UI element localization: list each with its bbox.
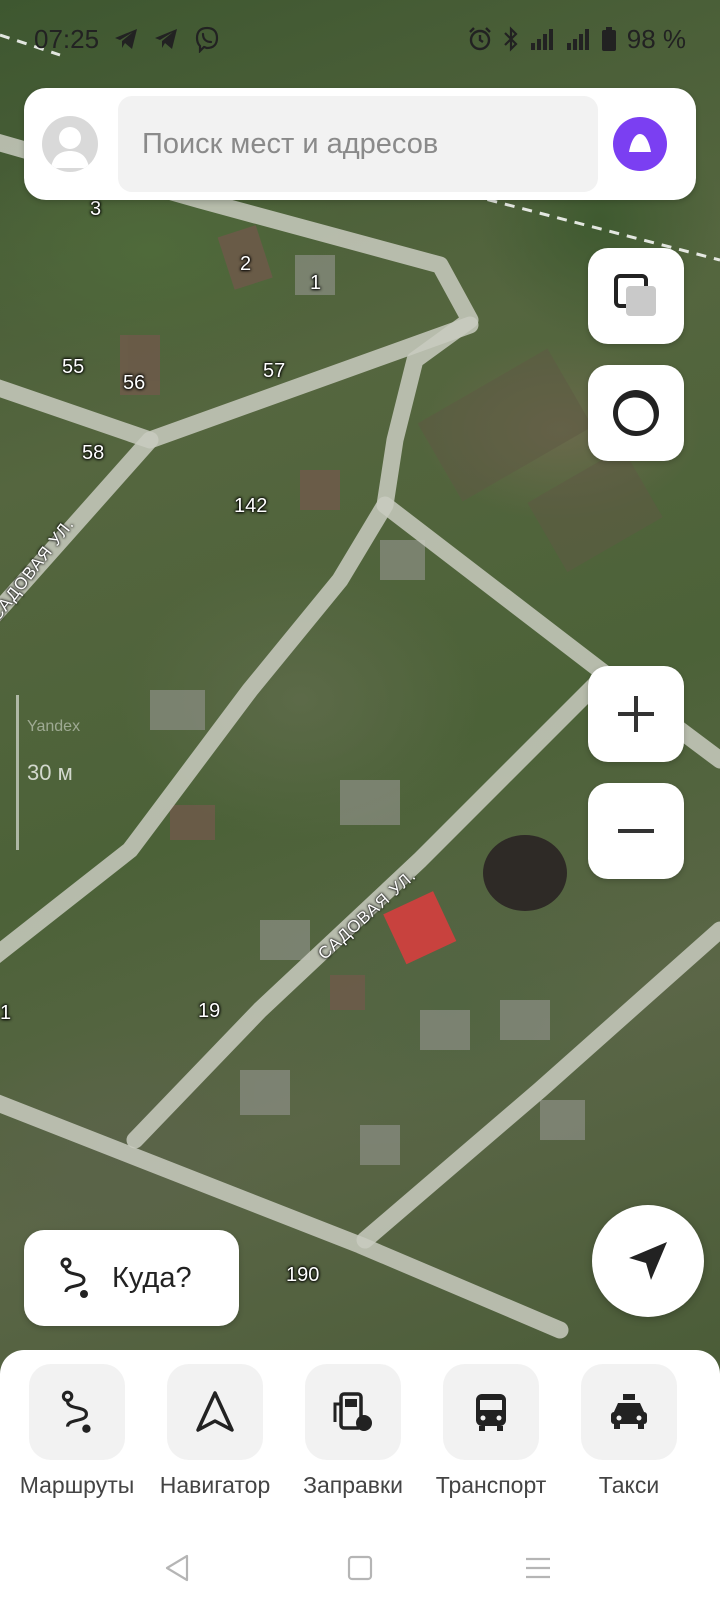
- location-arrow-icon: [629, 1242, 667, 1280]
- quick-action-navigator[interactable]: Навигатор: [140, 1364, 290, 1499]
- fuel-icon: [333, 1392, 372, 1431]
- plus-icon: [618, 696, 654, 732]
- user-icon: [51, 127, 89, 168]
- quick-action-label: Такси: [598, 1472, 660, 1498]
- quick-actions: Маршруты Навигатор Заправки Транспорт Та…: [0, 1364, 720, 1504]
- status-bar: 07:25 98 %: [0, 0, 720, 78]
- house-number-label: 55: [62, 356, 85, 378]
- house-number-label: 2: [240, 253, 252, 275]
- house-number-label: 142: [234, 495, 268, 517]
- battery-percent: 98 %: [626, 23, 686, 54]
- map-scale-bar: [16, 695, 19, 850]
- navigator-icon: [196, 1391, 234, 1432]
- back-icon: [165, 1554, 189, 1582]
- bluetooth-icon: [503, 26, 519, 52]
- bus-icon: [476, 1394, 506, 1431]
- battery-icon: [601, 26, 617, 52]
- telegram-icon: [153, 27, 179, 51]
- quick-action-label: Маршруты: [19, 1472, 135, 1498]
- map-style-button[interactable]: [588, 365, 684, 461]
- minus-icon: [618, 829, 654, 833]
- quick-action-fuel[interactable]: Заправки: [278, 1364, 428, 1499]
- house-number-label: 58: [82, 442, 105, 464]
- quick-action-tile[interactable]: [167, 1364, 263, 1460]
- zoom-in-button[interactable]: [588, 666, 684, 762]
- route-icon: [61, 1390, 91, 1433]
- status-time: 07:25: [34, 23, 100, 54]
- bottom-sheet: Маршруты Навигатор Заправки Транспорт Та…: [0, 1350, 720, 1600]
- map-mode-icon: [613, 390, 659, 436]
- house-number-label: 3: [90, 198, 102, 220]
- system-nav-bar: [0, 1540, 720, 1600]
- menu-icon: [526, 1557, 550, 1579]
- taxi-icon: [611, 1394, 647, 1429]
- house-number-label: 56: [123, 372, 146, 394]
- avatar[interactable]: [42, 116, 98, 172]
- viber-icon: [193, 25, 221, 53]
- quick-action-tile[interactable]: [29, 1364, 125, 1460]
- search-card: Поиск мест и адресов: [24, 88, 696, 200]
- map-scale-label: 30 м: [27, 760, 73, 785]
- layers-icon: [614, 274, 656, 316]
- nav-back-button[interactable]: [157, 1548, 197, 1588]
- alice-icon: [613, 117, 667, 171]
- signal-icon: [529, 27, 555, 51]
- telegram-icon: [113, 27, 139, 51]
- house-number-label: 190: [286, 1264, 320, 1286]
- route-icon: [60, 1257, 88, 1298]
- house-number-label: 57: [263, 360, 286, 382]
- nav-home-button[interactable]: [340, 1548, 380, 1588]
- signal-icon: [565, 27, 591, 51]
- quick-action-label: Транспорт: [435, 1472, 547, 1498]
- quick-action-routes[interactable]: Маршруты: [2, 1364, 152, 1499]
- nav-menu-button[interactable]: [518, 1548, 558, 1588]
- house-number-label: 19: [198, 1000, 221, 1022]
- house-number-label: 1: [0, 1002, 12, 1024]
- alice-voice-button[interactable]: [612, 116, 668, 172]
- quick-action-tile[interactable]: [305, 1364, 401, 1460]
- home-icon: [347, 1555, 373, 1581]
- map-layers-button[interactable]: [588, 248, 684, 344]
- where-to-label: Куда?: [112, 1261, 192, 1294]
- quick-action-transport[interactable]: Транспорт: [416, 1364, 566, 1499]
- quick-action-tile[interactable]: [443, 1364, 539, 1460]
- my-location-button[interactable]: [592, 1205, 704, 1317]
- search-input[interactable]: Поиск мест и адресов: [118, 96, 598, 192]
- search-placeholder: Поиск мест и адресов: [142, 127, 439, 160]
- quick-action-tile[interactable]: [581, 1364, 677, 1460]
- quick-action-label: Заправки: [303, 1472, 403, 1498]
- where-to-button[interactable]: Куда?: [24, 1230, 239, 1326]
- quick-action-label: Навигатор: [159, 1472, 271, 1498]
- zoom-out-button[interactable]: [588, 783, 684, 879]
- quick-action-taxi[interactable]: Такси: [554, 1364, 704, 1499]
- house-number-label: 1: [310, 272, 322, 294]
- alarm-icon: [467, 26, 493, 52]
- map-watermark: Yandex: [27, 718, 81, 735]
